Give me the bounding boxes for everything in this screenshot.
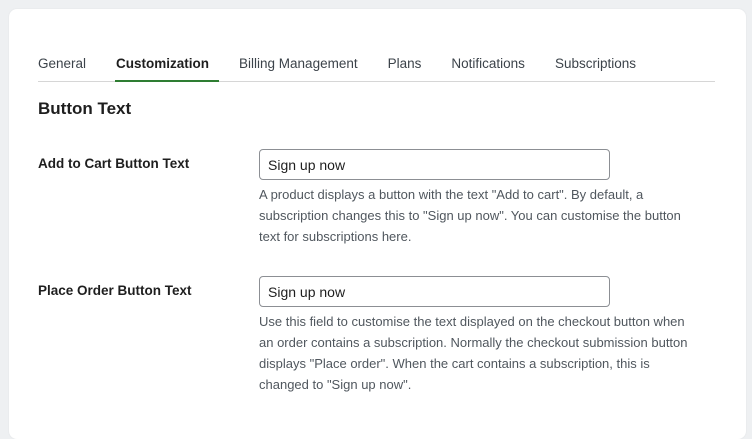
tab-general[interactable]: General (38, 55, 86, 81)
settings-tabs: General Customization Billing Management… (38, 55, 715, 82)
tab-customization[interactable]: Customization (115, 55, 220, 82)
add-to-cart-help: A product displays a button with the tex… (259, 187, 681, 244)
place-order-label: Place Order Button Text (38, 283, 192, 298)
section-title: Button Text (38, 99, 132, 118)
add-to-cart-label: Add to Cart Button Text (38, 156, 190, 171)
tab-notifications[interactable]: Notifications (451, 55, 525, 81)
add-to-cart-input[interactable] (259, 149, 610, 180)
place-order-help: Use this field to customise the text dis… (259, 314, 688, 392)
tab-billing-management[interactable]: Billing Management (239, 55, 358, 81)
tab-plans[interactable]: Plans (388, 55, 422, 81)
place-order-input[interactable] (259, 276, 610, 307)
settings-card: General Customization Billing Management… (9, 9, 746, 439)
tab-subscriptions[interactable]: Subscriptions (555, 55, 636, 81)
